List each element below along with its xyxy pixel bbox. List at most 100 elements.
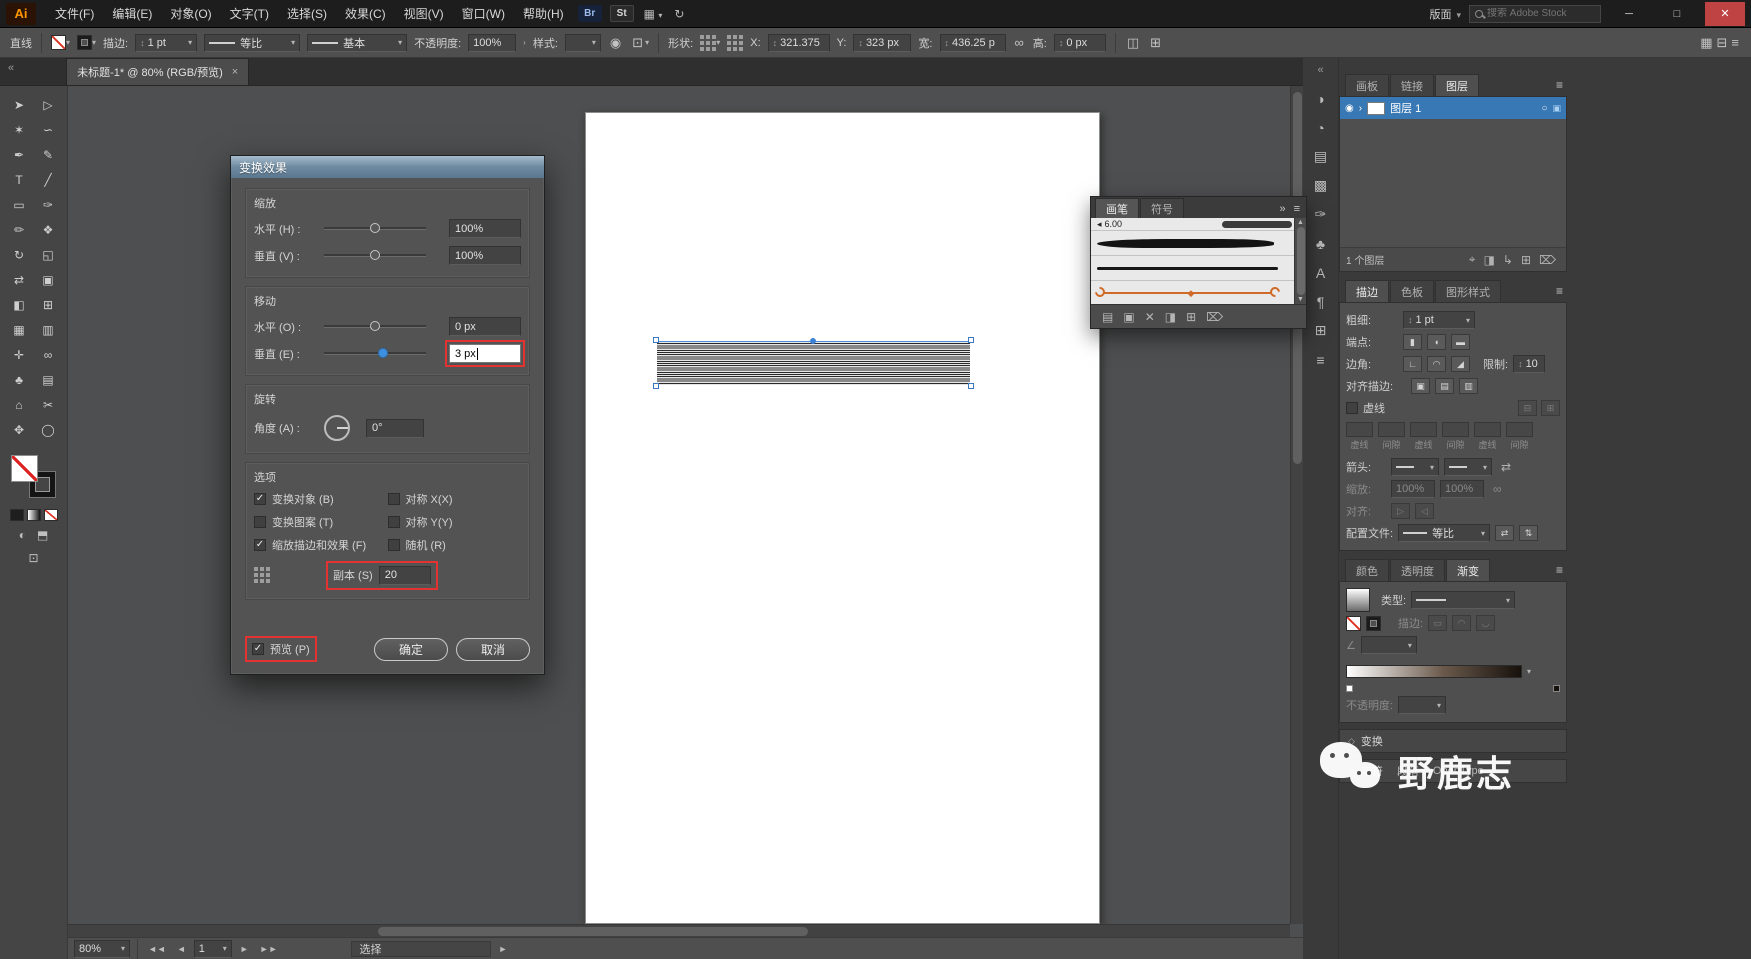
maximize-button[interactable]: □: [1657, 2, 1697, 26]
app-logo[interactable]: Ai: [6, 2, 36, 25]
status-expand-icon[interactable]: ►: [496, 944, 511, 954]
reference-point-locator[interactable]: [727, 34, 744, 51]
paragraph-panel-icon[interactable]: ¶: [1306, 287, 1336, 316]
rotate-tool[interactable]: ↻: [5, 242, 34, 267]
character-panel-icon[interactable]: A: [1306, 258, 1336, 287]
scale-v-field[interactable]: 100%: [449, 246, 521, 265]
delete-brush-icon[interactable]: ⌦: [1201, 310, 1228, 324]
document-arrange-icon[interactable]: ▦: [1698, 35, 1714, 51]
panel-menu-icon[interactable]: ≡: [1556, 78, 1563, 92]
zoom-tool[interactable]: ◯: [34, 417, 63, 442]
panel-menu-icon[interactable]: ≡: [1294, 203, 1300, 215]
tab-color[interactable]: 颜色: [1345, 559, 1389, 581]
brush-libraries-icon[interactable]: ▤: [1097, 310, 1118, 324]
menu-item[interactable]: 窗口(W): [453, 0, 514, 28]
gradient-swatch[interactable]: [1346, 588, 1370, 612]
tab-stroke[interactable]: 描边: [1345, 280, 1389, 302]
adobe-stock-search[interactable]: [1469, 4, 1601, 23]
collapse-tools-icon[interactable]: «: [0, 58, 22, 78]
gradient-tool[interactable]: ▥: [34, 317, 63, 342]
menu-item[interactable]: 视图(V): [395, 0, 453, 28]
make-mask-icon[interactable]: ◨: [1480, 253, 1499, 267]
artboard-number-dropdown[interactable]: 1: [193, 939, 232, 958]
menu-item[interactable]: 编辑(E): [103, 0, 161, 28]
direct-selection-tool[interactable]: ▷: [34, 92, 63, 117]
perspective-grid-tool[interactable]: ⊞: [34, 292, 63, 317]
minimize-button[interactable]: ─: [1609, 2, 1649, 26]
color-guide-panel-icon[interactable]: ◔: [1306, 113, 1336, 142]
gradient-type-dropdown[interactable]: [1411, 591, 1516, 609]
new-sublayer-icon[interactable]: ↳: [1499, 253, 1517, 267]
dialog-title-bar[interactable]: 变换效果: [231, 156, 544, 178]
graph-tool[interactable]: ▤: [34, 367, 63, 392]
artboard-tool[interactable]: ⌂: [5, 392, 34, 417]
transform-objects-checkbox[interactable]: [254, 493, 266, 505]
arrange-documents-icon[interactable]: ▦ ▾: [639, 7, 668, 21]
fill-stroke-widget[interactable]: [10, 454, 58, 500]
locate-object-icon[interactable]: ⌖: [1465, 252, 1480, 267]
rectangle-tool[interactable]: ▭: [5, 192, 34, 217]
artboard[interactable]: [585, 112, 1100, 924]
menu-item[interactable]: 选择(S): [278, 0, 336, 28]
style-dropdown[interactable]: [564, 33, 601, 52]
delete-layer-icon[interactable]: ⌦: [1535, 253, 1560, 267]
shape-widget[interactable]: ▾: [700, 34, 720, 51]
layer-name[interactable]: 图层 1: [1390, 100, 1421, 116]
libraries-panel-icon[interactable]: ▣: [1118, 310, 1139, 324]
y-field[interactable]: 323 px: [853, 33, 912, 52]
transform-patterns-checkbox[interactable]: [254, 516, 266, 528]
align-panel-icon[interactable]: ≡: [1306, 345, 1336, 374]
gradient-stop-dark[interactable]: [1553, 684, 1560, 692]
dash-field[interactable]: 虚线: [1346, 422, 1373, 451]
link-dimensions-icon[interactable]: ∞: [1013, 35, 1026, 50]
reflect-x-checkbox[interactable]: [387, 493, 400, 505]
brush-item-ornament[interactable]: ◆: [1091, 281, 1306, 304]
align-dash-icon[interactable]: ⊞: [1541, 400, 1560, 416]
butt-cap-icon[interactable]: ▮: [1403, 334, 1422, 350]
selection-handle[interactable]: [968, 337, 974, 343]
menu-item[interactable]: 效果(C): [336, 0, 395, 28]
draw-behind-icon[interactable]: ⬒: [33, 526, 52, 544]
recolor-artwork-icon[interactable]: ◉: [608, 35, 623, 51]
scroll-down-icon[interactable]: ▼: [1297, 296, 1304, 303]
arrow-align-tip-icon[interactable]: ▷: [1391, 503, 1410, 519]
screen-mode-icon[interactable]: ⊟: [1715, 35, 1730, 51]
link-scale-icon[interactable]: ∞: [1489, 482, 1506, 496]
shaper-tool[interactable]: ❖: [34, 217, 63, 242]
eyedropper-tool[interactable]: ✛: [5, 342, 34, 367]
shape-builder-tool[interactable]: ◧: [5, 292, 34, 317]
selection-handle[interactable]: [653, 337, 659, 343]
document-tab[interactable]: 未标题-1* @ 80% (RGB/预览) ×: [66, 58, 250, 85]
swap-arrowheads-icon[interactable]: ⇄: [1497, 460, 1515, 474]
width-tool[interactable]: ⇄: [5, 267, 34, 292]
move-h-field[interactable]: 0 px: [449, 317, 521, 336]
first-artboard-icon[interactable]: ◄◄: [145, 944, 169, 954]
pen-tool[interactable]: ✒: [5, 142, 34, 167]
scrollbar-thumb[interactable]: [1296, 227, 1305, 295]
brush-definition-dropdown[interactable]: 基本: [307, 33, 408, 52]
none-button[interactable]: [43, 509, 58, 521]
tab-artboards[interactable]: 画板: [1345, 74, 1389, 96]
remove-brush-stroke-icon[interactable]: ✕: [1140, 310, 1160, 324]
expand-panels-icon[interactable]: «: [1317, 58, 1323, 84]
menu-item[interactable]: 对象(O): [161, 0, 220, 28]
change-screen-mode-icon[interactable]: ⊡: [24, 549, 42, 567]
collapse-panel-icon[interactable]: »: [1279, 203, 1285, 215]
gradient-button[interactable]: [26, 509, 41, 521]
color-button[interactable]: [9, 509, 24, 521]
opacity-field[interactable]: 100%: [468, 33, 517, 52]
move-v-field[interactable]: 3 px: [445, 340, 525, 367]
cancel-button[interactable]: 取消: [455, 637, 530, 661]
move-v-slider[interactable]: [324, 348, 426, 358]
expand-layer-icon[interactable]: ›: [1359, 103, 1362, 114]
width-field[interactable]: 436.25 p: [939, 33, 1006, 52]
tab-swatches[interactable]: 色板: [1390, 280, 1434, 302]
tab-symbols[interactable]: 符号: [1140, 198, 1184, 218]
height-field[interactable]: 0 px: [1053, 33, 1106, 52]
tab-graphic-styles[interactable]: 图形样式: [1435, 280, 1501, 302]
stroke-along-icon[interactable]: ◠: [1452, 615, 1472, 631]
zoom-level-dropdown[interactable]: 80%: [74, 939, 130, 958]
scale-h-field[interactable]: 100%: [449, 219, 521, 238]
brushes-panel-icon[interactable]: ✑: [1306, 200, 1336, 229]
angle-field[interactable]: 0°: [366, 418, 424, 438]
